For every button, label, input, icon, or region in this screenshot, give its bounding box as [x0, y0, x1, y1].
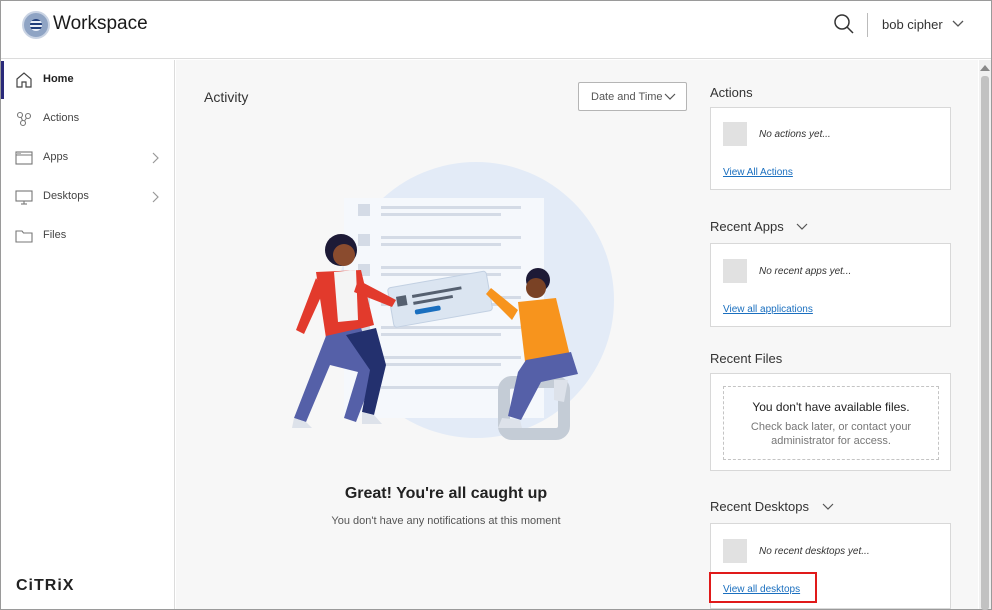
- user-menu-name[interactable]: bob cipher: [882, 17, 943, 32]
- header-divider: [867, 13, 868, 37]
- scroll-up-arrow-icon[interactable]: [979, 64, 991, 72]
- chevron-down-icon[interactable]: [951, 17, 965, 31]
- date-filter-dropdown[interactable]: Date and Time: [578, 82, 687, 111]
- actions-icon: [16, 111, 32, 127]
- actions-section-title: Actions: [710, 85, 753, 100]
- chevron-right-icon: [152, 191, 159, 203]
- home-icon: [16, 72, 32, 88]
- scrollbar[interactable]: [979, 60, 991, 610]
- no-notifications-text: You don't have any notifications at this…: [331, 515, 561, 527]
- chevron-right-icon: [152, 152, 159, 164]
- sidebar: Home Actions Apps Desktops Files CiTRiX: [1, 60, 175, 609]
- sidebar-item-label: Home: [43, 73, 74, 85]
- placeholder-thumbnail: [723, 539, 747, 563]
- files-empty-title: You don't have available files.: [752, 400, 910, 414]
- main-content: Activity Date and Time Great! You're all…: [176, 60, 978, 609]
- chevron-down-icon[interactable]: [796, 221, 808, 233]
- files-empty-state: You don't have available files. Check ba…: [723, 386, 939, 460]
- view-all-actions-link[interactable]: View All Actions: [723, 167, 793, 178]
- highlight-box: [709, 572, 817, 603]
- chevron-down-icon: [664, 93, 676, 100]
- caught-up-heading: Great! You're all caught up: [344, 485, 548, 502]
- sidebar-item-label: Desktops: [43, 190, 89, 202]
- recent-apps-card: No recent apps yet... View all applicati…: [710, 243, 951, 327]
- actions-empty-text: No actions yet...: [759, 129, 831, 140]
- desktop-icon: [15, 190, 33, 205]
- apps-icon: [15, 151, 33, 165]
- chevron-down-icon[interactable]: [822, 501, 834, 513]
- recent-files-card: You don't have available files. Check ba…: [710, 373, 951, 471]
- date-filter-label: Date and Time: [591, 91, 663, 103]
- sidebar-item-apps[interactable]: Apps: [1, 139, 175, 177]
- sidebar-item-label: Actions: [43, 112, 80, 124]
- scrollbar-thumb[interactable]: [981, 76, 989, 610]
- recent-files-title: Recent Files: [710, 351, 783, 366]
- files-empty-subtext: Check back later, or contact your admini…: [750, 421, 912, 447]
- recent-apps-title[interactable]: Recent Apps: [710, 219, 784, 234]
- actions-card: No actions yet... View All Actions: [710, 107, 951, 190]
- placeholder-thumbnail: [723, 259, 747, 283]
- folder-icon: [15, 230, 33, 243]
- citrix-logo: CiTRiX: [16, 577, 75, 594]
- sidebar-item-desktops[interactable]: Desktops: [1, 178, 175, 216]
- workspace-logo: [22, 11, 50, 39]
- sidebar-item-label: Files: [43, 229, 67, 241]
- app-title: Workspace: [53, 13, 148, 34]
- sidebar-item-files[interactable]: Files: [1, 217, 175, 255]
- sidebar-item-actions[interactable]: Actions: [1, 100, 175, 138]
- activity-title: Activity: [204, 89, 249, 105]
- recent-desktops-title[interactable]: Recent Desktops: [710, 499, 809, 514]
- recent-apps-empty-text: No recent apps yet...: [759, 266, 852, 277]
- search-icon[interactable]: [833, 13, 855, 35]
- view-all-applications-link[interactable]: View all applications: [723, 304, 813, 315]
- caught-up-illustration: [292, 162, 614, 440]
- sidebar-item-home[interactable]: Home: [1, 61, 175, 99]
- placeholder-thumbnail: [723, 122, 747, 146]
- sidebar-item-label: Apps: [43, 151, 69, 163]
- recent-desktops-empty-text: No recent desktops yet...: [759, 546, 870, 557]
- top-header: Workspace bob cipher: [1, 1, 991, 59]
